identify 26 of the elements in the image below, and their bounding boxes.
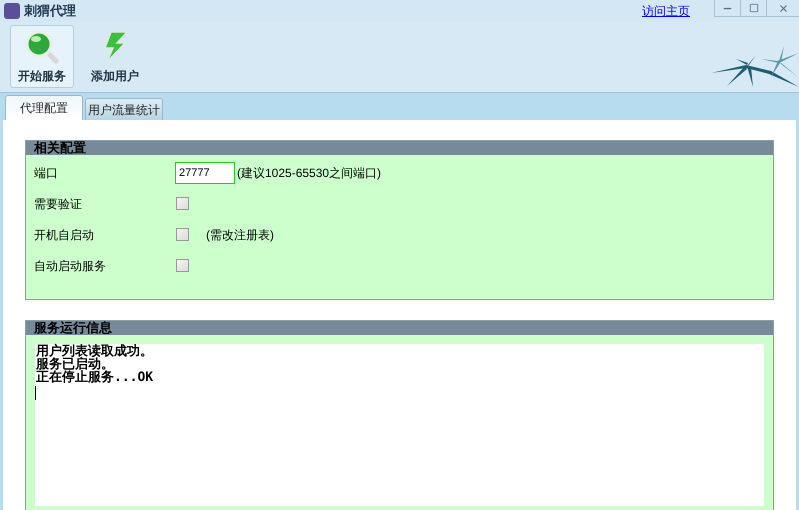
app-logo-icon (4, 3, 20, 19)
panel-header: 相关配置 (26, 141, 773, 155)
checkbox[interactable] (176, 228, 189, 241)
field-label: 自动启动服务 (34, 258, 107, 274)
maximize-icon (748, 3, 758, 13)
hint-text: (需改注册表) (206, 226, 274, 244)
checkbox[interactable] (176, 197, 189, 210)
magnifier-icon (24, 28, 60, 64)
checkbox[interactable] (176, 259, 189, 272)
hint-text: (建议1025-65530之间端口) (237, 164, 382, 182)
field-label: 开机自启动 (34, 226, 95, 244)
field-label: 需要验证 (34, 196, 83, 212)
log-line: 服务已启动。 (35, 358, 114, 371)
field-label: 端口 (34, 164, 59, 182)
close-icon (778, 2, 788, 14)
tab[interactable]: 用户流量统计 (85, 98, 163, 120)
log-line: 正在停止服务...OK (36, 371, 154, 384)
window-title: 刺猬代理 (24, 2, 76, 20)
panel-header: 服务运行信息 (26, 321, 773, 335)
toolbar-button[interactable]: 开始服务 (10, 25, 74, 88)
tab[interactable]: 代理配置 (5, 95, 83, 120)
toolbar-button[interactable]: 添加用户 (80, 25, 150, 88)
homepage-link[interactable]: 访问主页 (642, 2, 690, 20)
port-input[interactable]: 27777 (175, 162, 235, 184)
text-cursor (35, 386, 36, 400)
log-line: 用户列表读取成功。 (35, 345, 154, 358)
